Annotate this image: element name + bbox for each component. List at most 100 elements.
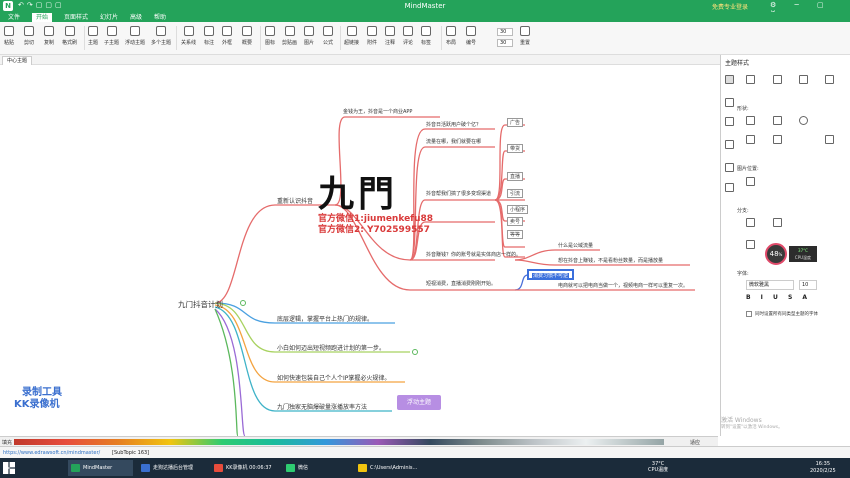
taskbar-recorder[interactable]: KK录像机 00:06:37 [211,460,281,476]
subtopic[interactable]: 流量在哪，我们就要在哪 [426,138,481,145]
paste-button[interactable]: 粘贴 [4,26,14,46]
corner-icon[interactable] [825,135,834,144]
tray-cpu-temp: 37°C CPU温度 [648,461,669,473]
summary-button[interactable]: 概要 [242,26,252,46]
font-family-select[interactable]: 微软雅黑 [746,280,794,290]
channel-item[interactable]: 带货 [507,144,524,153]
tag-button[interactable]: 标签 [421,26,431,46]
branch-topic[interactable]: 九门独家无脑爆破量涨播放率方法 [277,402,367,411]
align-option-icon[interactable] [773,75,782,84]
float-topic[interactable]: 浮动主题 [397,395,441,410]
taskbar-browser[interactable]: 走狗达播后台管理 [138,460,208,476]
channel-item[interactable]: 广告 [507,118,524,127]
subtopic[interactable]: 抖音赚钱？你的账号就是实体商店一样的。 [426,251,521,258]
shape-option-icon[interactable] [746,75,755,84]
curve-option-icon[interactable] [825,75,834,84]
cut-button[interactable]: 剪切 [24,26,34,46]
branch-topic[interactable]: 重新认识抖音 [277,196,313,205]
tray-clock[interactable]: 16:35 2020/2/25 [810,461,836,475]
subtopic[interactable]: 抖音帮我们搞了很多变现渠道 [426,190,491,197]
subtopic[interactable]: 短视消费，直播消费刚刚开始。 [426,280,496,287]
font-format-buttons[interactable]: B I U S A [746,294,811,301]
detail-topic[interactable]: 想在抖音上赚钱，不是看粉丝数量，而是播放量 [558,257,663,264]
channel-item[interactable]: 直播 [507,172,524,181]
detail-topic[interactable]: 电商就可以把电商当做一个，视频电商一样可以重复一次。 [558,282,688,289]
panel-title: 主题样式 [725,60,750,67]
menu-start[interactable]: 开始 [32,13,53,22]
callout-button[interactable]: 标注 [204,26,214,46]
color-swatches[interactable] [14,439,664,445]
font-label: 字体: [737,271,749,277]
channel-item[interactable]: 引流 [507,189,524,198]
menu-page-style[interactable]: 页面样式 [60,13,92,22]
login-link[interactable]: 免费专业登录 [712,2,748,11]
branch-topic[interactable]: 如何快速包装自己个人个IP掌握必火规律。 [277,373,390,382]
detail-topic[interactable]: 什么是公域流量 [558,242,593,249]
spacing-h-input[interactable]: 30 [497,28,513,36]
menu-advanced[interactable]: 高级 [126,13,146,22]
channel-item[interactable]: 小程序 [507,205,529,214]
document-tab[interactable]: 中心主题 [2,56,33,65]
connector-option-icon[interactable] [799,75,808,84]
branch-style-icon[interactable] [746,240,755,249]
recorder-icon [214,464,223,472]
topic-button[interactable]: 主题 [88,26,98,46]
shadow-icon[interactable] [799,116,808,125]
root-topic[interactable]: 九门抖音计划 [178,299,223,310]
taskbar-wechat[interactable]: 微信 [283,460,353,476]
note-button[interactable]: 注释 [385,26,395,46]
channel-item[interactable]: 等等 [507,230,524,239]
menu-file[interactable]: 文件 [4,13,24,22]
float-topic-button[interactable]: 浮动主题 [125,26,145,46]
color-palette-bar[interactable]: 填充 适应 [0,436,718,446]
same-font-checkbox[interactable] [746,311,752,317]
hyperlink-button[interactable]: 超链接 [344,26,359,46]
relation-button[interactable]: 关系线 [181,26,196,46]
start-icon[interactable] [3,462,15,474]
branch-color-icon[interactable] [746,218,755,227]
icon-button[interactable]: 图标 [265,26,275,46]
attachment-button[interactable]: 附件 [367,26,377,46]
branch-line-icon[interactable] [773,218,782,227]
menu-slides[interactable]: 幻灯片 [96,13,122,22]
numbering-button[interactable]: 编号 [466,26,476,46]
boundary-icon [222,26,232,36]
comment-button[interactable]: 评论 [403,26,413,46]
boundary-button[interactable]: 外框 [222,26,232,46]
channel-item[interactable]: 卖号 [507,217,524,226]
fill-color-icon[interactable] [746,116,755,125]
formula-button[interactable]: 公式 [323,26,333,46]
clipart-button[interactable]: 剪贴画 [282,26,297,46]
subtopic[interactable]: 抖音日活跃用户破个亿？ [426,121,481,128]
subtopic-button[interactable]: 子主题 [104,26,119,46]
spacing-v-input[interactable]: 30 [497,39,513,47]
mindmap-canvas[interactable]: 九门抖音计划 重新认识抖音 底层逻辑，掌握平台上热门的规律。 小白如何迈出短视频… [0,65,718,436]
taskbar-explorer[interactable]: C:\Users\Adminis... [355,460,425,476]
clip-tab-icon[interactable] [725,140,734,149]
branch-topic[interactable]: 底层逻辑，掌握平台上热门的规律。 [277,314,373,323]
border-icon[interactable] [746,135,755,144]
layout-button[interactable]: 布局 [446,26,456,46]
reset-button[interactable]: 重置 [520,26,530,46]
attachment-icon [367,26,377,36]
image-tab-icon[interactable] [725,183,734,192]
border-width-icon[interactable] [773,135,782,144]
map-tab-icon[interactable] [725,98,734,107]
menu-help[interactable]: 帮助 [150,13,170,22]
line-style-icon[interactable] [773,116,782,125]
website-link[interactable]: https://www.edrawsoft.cn/mindmaster/ [3,450,100,456]
recorder-watermark-name: KK录像机 [14,399,60,410]
branch-topic[interactable]: 小白如何迈出短视频跑进计划的第一步。 [277,343,385,352]
outline-tab-icon[interactable] [725,163,734,172]
format-painter-button[interactable]: 格式刷 [62,26,77,46]
taskbar-mindmaster[interactable]: MindMaster [68,460,133,476]
copy-button[interactable]: 复制 [44,26,54,46]
multi-topic-button[interactable]: 多个主题 [151,26,171,46]
style-tab-icon[interactable] [725,75,734,84]
selected-topic[interactable]: 消费习惯不可逆 [527,269,575,280]
image-position-icon[interactable] [746,177,755,186]
subtopic[interactable]: 金钱为王，抖音是一个商业APP [343,108,412,115]
layout-tab-icon[interactable] [725,117,734,126]
picture-button[interactable]: 图片 [304,26,314,46]
font-size-select[interactable]: 10 [799,280,817,290]
